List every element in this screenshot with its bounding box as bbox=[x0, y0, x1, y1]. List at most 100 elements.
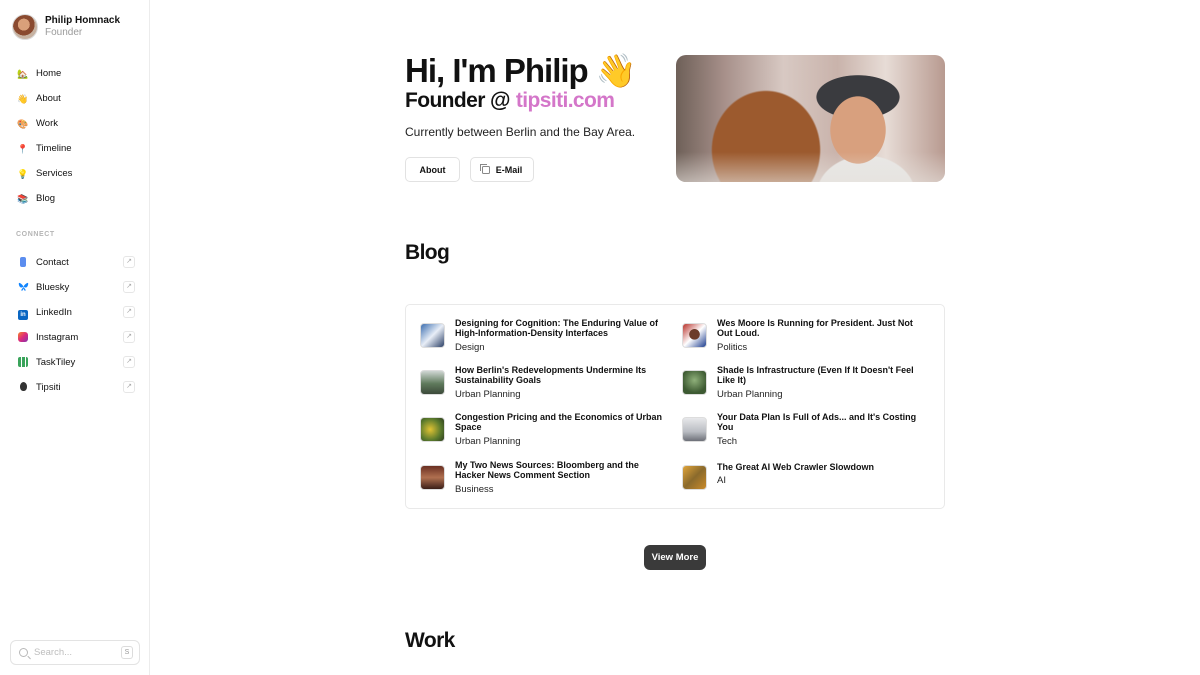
search-icon bbox=[19, 648, 28, 657]
about-button[interactable]: About bbox=[405, 157, 460, 182]
palette-icon: 🎨 bbox=[17, 118, 29, 129]
nav-item-label: Blog bbox=[36, 193, 56, 204]
connect-item-linkedin[interactable]: in LinkedIn ↗ bbox=[10, 300, 140, 325]
nav-item-label: Home bbox=[36, 68, 62, 79]
blog-post[interactable]: Designing for Cognition: The Enduring Va… bbox=[420, 318, 660, 359]
nav-item-home[interactable]: 🏡 Home bbox=[10, 61, 140, 86]
hero-location: Currently between Berlin and the Bay Are… bbox=[405, 125, 636, 139]
post-thumbnail bbox=[682, 323, 707, 348]
post-category: AI bbox=[717, 475, 726, 486]
hero-founder-line: Founder @ tipsiti.com bbox=[405, 89, 615, 113]
hero-photo bbox=[676, 55, 945, 182]
nav-item-label: Bluesky bbox=[36, 282, 70, 293]
brand-link[interactable]: tipsiti.com bbox=[516, 89, 615, 112]
blog-post[interactable]: Congestion Pricing and the Economics of … bbox=[420, 412, 662, 453]
search-input[interactable] bbox=[34, 647, 114, 658]
connect-links: Contact ↗ Bluesky ↗ in LinkedIn ↗ Instag… bbox=[10, 250, 140, 400]
instagram-icon bbox=[17, 331, 29, 344]
connect-item-bluesky[interactable]: Bluesky ↗ bbox=[10, 275, 140, 300]
post-category: Tech bbox=[717, 436, 738, 447]
waving-hand-icon: 👋 bbox=[17, 93, 29, 104]
blog-post[interactable]: Wes Moore Is Running for President. Just… bbox=[682, 318, 922, 359]
post-category: Urban Planning bbox=[455, 436, 521, 447]
post-category: Business bbox=[455, 484, 494, 495]
external-link-icon: ↗ bbox=[123, 356, 135, 368]
post-category: Urban Planning bbox=[717, 389, 783, 400]
blog-post[interactable]: How Berlin's Redevelopments Undermine It… bbox=[420, 365, 660, 406]
house-icon: 🏡 bbox=[17, 68, 29, 79]
pin-icon: 📍 bbox=[17, 143, 29, 154]
nav-item-label: Services bbox=[36, 168, 73, 179]
post-category: Design bbox=[455, 342, 485, 353]
post-thumbnail bbox=[682, 465, 707, 490]
balloon-icon bbox=[17, 381, 29, 394]
blog-post[interactable]: Shade Is Infrastructure (Even If It Does… bbox=[682, 365, 922, 406]
profile[interactable]: Philip Homnack Founder bbox=[12, 14, 120, 40]
nav-item-services[interactable]: 💡 Services bbox=[10, 161, 140, 186]
search-box[interactable]: S bbox=[10, 640, 140, 665]
view-more-button[interactable]: View More bbox=[644, 545, 706, 570]
external-link-icon: ↗ bbox=[123, 256, 135, 268]
hero-greeting: Hi, I'm Philip 👋 bbox=[405, 52, 637, 89]
nav-item-label: Work bbox=[36, 118, 58, 129]
work-heading: Work bbox=[405, 629, 455, 652]
post-title: Designing for Cognition: The Enduring Va… bbox=[455, 318, 658, 338]
copy-icon bbox=[479, 163, 490, 174]
lightbulb-icon: 💡 bbox=[17, 168, 29, 179]
post-category: Politics bbox=[717, 342, 748, 353]
email-button[interactable]: E-Mail bbox=[470, 157, 534, 182]
nav-item-label: Instagram bbox=[36, 332, 79, 343]
blog-post[interactable]: The Great AI Web Crawler Slowdown AI bbox=[682, 461, 922, 501]
profile-role: Founder bbox=[45, 27, 83, 38]
grid-icon bbox=[17, 356, 29, 369]
nav-item-label: Timeline bbox=[36, 143, 72, 154]
post-thumbnail bbox=[682, 370, 707, 395]
post-title: Congestion Pricing and the Economics of … bbox=[455, 412, 663, 432]
blog-post[interactable]: Your Data Plan Is Full of Ads... and It'… bbox=[682, 412, 922, 453]
books-icon: 📚 bbox=[17, 193, 29, 204]
email-button-label: E-Mail bbox=[495, 164, 523, 175]
connect-item-tipsiti[interactable]: Tipsiti ↗ bbox=[10, 375, 140, 400]
connect-item-instagram[interactable]: Instagram ↗ bbox=[10, 325, 140, 350]
connect-section-label: CONNECT bbox=[16, 231, 55, 238]
blog-post[interactable]: My Two News Sources: Bloomberg and the H… bbox=[420, 460, 660, 501]
post-category: Urban Planning bbox=[455, 389, 521, 400]
nav-item-label: TaskTiley bbox=[36, 357, 76, 368]
post-title: Wes Moore Is Running for President. Just… bbox=[717, 318, 913, 338]
profile-name: Philip Homnack bbox=[45, 15, 121, 26]
main-nav: 🏡 Home 👋 About 🎨 Work 📍 Timeline 💡 Servi… bbox=[10, 61, 140, 211]
nav-item-blog[interactable]: 📚 Blog bbox=[10, 186, 140, 211]
connect-item-contact[interactable]: Contact ↗ bbox=[10, 250, 140, 275]
post-thumbnail bbox=[682, 417, 707, 442]
nav-item-about[interactable]: 👋 About bbox=[10, 86, 140, 111]
post-title: How Berlin's Redevelopments Undermine It… bbox=[455, 365, 647, 385]
post-thumbnail bbox=[420, 417, 445, 442]
post-title: Your Data Plan Is Full of Ads... and It'… bbox=[717, 412, 917, 432]
blog-list: Designing for Cognition: The Enduring Va… bbox=[405, 304, 945, 509]
post-thumbnail bbox=[420, 465, 445, 490]
avatar bbox=[12, 14, 38, 40]
blog-heading: Blog bbox=[405, 241, 450, 264]
nav-item-timeline[interactable]: 📍 Timeline bbox=[10, 136, 140, 161]
nav-item-label: About bbox=[36, 93, 61, 104]
phone-icon bbox=[17, 256, 29, 269]
nav-item-work[interactable]: 🎨 Work bbox=[10, 111, 140, 136]
nav-item-label: LinkedIn bbox=[36, 307, 72, 318]
external-link-icon: ↗ bbox=[123, 381, 135, 393]
post-title: My Two News Sources: Bloomberg and the H… bbox=[455, 460, 639, 480]
linkedin-icon: in bbox=[17, 307, 29, 320]
post-title: The Great AI Web Crawler Slowdown bbox=[717, 462, 875, 472]
external-link-icon: ↗ bbox=[123, 306, 135, 318]
connect-item-tasktiley[interactable]: TaskTiley ↗ bbox=[10, 350, 140, 375]
sidebar: Philip Homnack Founder 🏡 Home 👋 About 🎨 … bbox=[0, 0, 150, 675]
external-link-icon: ↗ bbox=[123, 331, 135, 343]
post-title: Shade Is Infrastructure (Even If It Does… bbox=[717, 365, 914, 385]
shortcut-key: S bbox=[121, 646, 133, 659]
post-thumbnail bbox=[420, 323, 445, 348]
external-link-icon: ↗ bbox=[123, 281, 135, 293]
nav-item-label: Tipsiti bbox=[36, 382, 61, 393]
founder-prefix: Founder @ bbox=[405, 89, 511, 112]
nav-item-label: Contact bbox=[36, 257, 69, 268]
bluesky-icon bbox=[17, 282, 29, 294]
post-thumbnail bbox=[420, 370, 445, 395]
